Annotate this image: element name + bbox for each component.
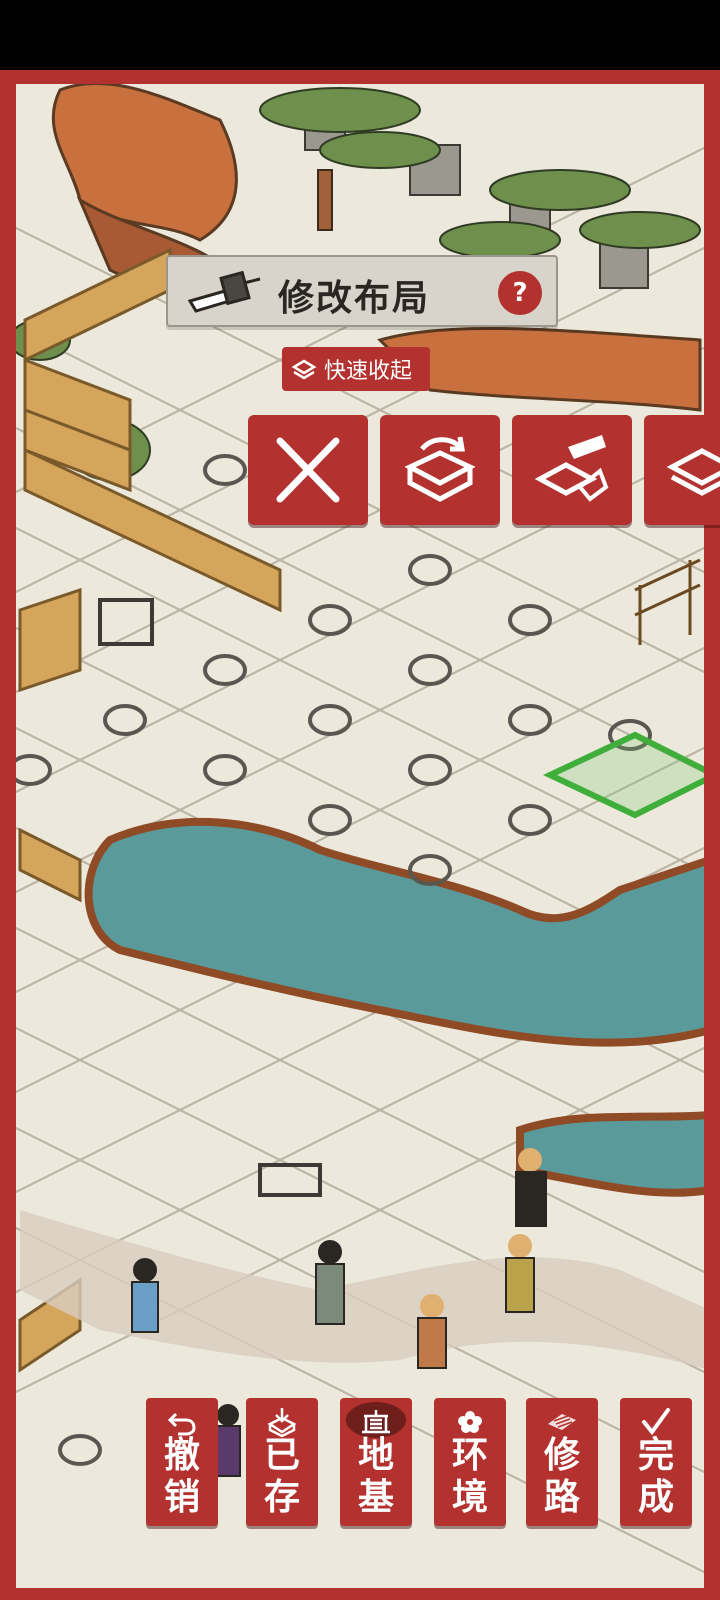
foundation-button[interactable]: 地 基	[340, 1398, 412, 1526]
road-button[interactable]: 修 路	[526, 1398, 598, 1526]
demolish-button[interactable]	[512, 415, 632, 525]
mode-title-panel: 修改布局 ?	[166, 255, 558, 327]
mode-title: 修改布局	[278, 277, 431, 319]
quick-collect-label: 快速收起	[324, 359, 413, 384]
help-label: ?	[512, 278, 528, 308]
hammer-icon	[187, 271, 261, 313]
rotate-button[interactable]	[380, 415, 500, 525]
pine-trunk	[317, 169, 333, 231]
frame-border-bottom	[0, 1588, 720, 1600]
store-button[interactable]	[644, 415, 720, 525]
saved-label: 已 存	[263, 1434, 300, 1518]
foundation-label: 地 基	[357, 1434, 394, 1518]
done-label: 完 成	[637, 1434, 674, 1518]
stack-icon	[291, 359, 317, 380]
frame-border-top	[0, 70, 720, 84]
game-frame: 修改布局 ? 快速收起 撤 销 已 存 地 基 环 境 修 路 完 成	[0, 70, 720, 1600]
cancel-placement-button[interactable]	[248, 415, 368, 525]
frame-border-right	[704, 70, 720, 1600]
undo-label: 撤 销	[163, 1434, 200, 1518]
done-button[interactable]: 完 成	[620, 1398, 692, 1526]
help-button[interactable]: ?	[498, 271, 542, 315]
close-icon	[276, 437, 340, 503]
store-icon	[666, 448, 720, 496]
rotate-icon	[404, 436, 476, 502]
demolish-icon	[534, 435, 609, 502]
quick-collect-button[interactable]: 快速收起	[282, 347, 430, 391]
frame-border-left	[0, 70, 16, 1600]
status-bar	[0, 0, 720, 70]
environment-label: 环 境	[451, 1434, 488, 1518]
environment-button[interactable]: 环 境	[434, 1398, 506, 1526]
undo-button[interactable]: 撤 销	[146, 1398, 218, 1526]
road-label: 修 路	[543, 1434, 580, 1518]
saved-button[interactable]: 已 存	[246, 1398, 318, 1526]
